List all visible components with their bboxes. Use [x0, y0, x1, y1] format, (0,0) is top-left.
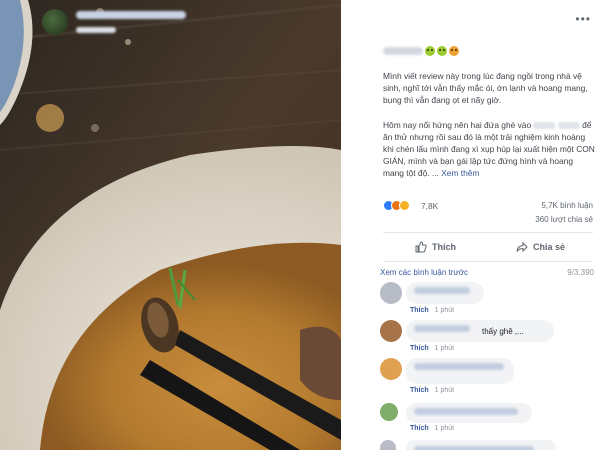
- comment-bubble: thấy ghê ,...: [406, 320, 554, 342]
- commenter-avatar[interactable]: [380, 358, 402, 380]
- comment-actions: Thích 1 phút: [410, 387, 454, 394]
- comment-time: 1 phút: [434, 307, 455, 314]
- comment-bubble: [406, 440, 556, 450]
- author-name[interactable]: [76, 11, 196, 21]
- commenter-name-redacted[interactable]: [414, 325, 470, 332]
- commenter-name-redacted[interactable]: [414, 363, 504, 370]
- comments-header: Xem các bình luận trước 9/3.390: [380, 268, 594, 280]
- comment-time: 1 phút: [434, 345, 455, 352]
- share-count[interactable]: 360 lượt chia sẻ: [383, 215, 593, 224]
- thumbs-up-icon: [415, 241, 427, 253]
- like-button[interactable]: Thích: [383, 233, 488, 261]
- wow-reaction-icon: [399, 200, 410, 211]
- commenter-name-redacted[interactable]: [414, 408, 518, 415]
- see-more-link[interactable]: Xem thêm: [441, 168, 479, 178]
- angry-emoji-icon: [449, 46, 459, 56]
- comment-time: 1 phút: [434, 387, 455, 394]
- commenter-avatar[interactable]: [380, 403, 398, 421]
- comment-text: thấy ghê ,...: [482, 327, 524, 336]
- commenter-avatar[interactable]: [380, 282, 402, 304]
- share-button[interactable]: Chia sẻ: [488, 233, 593, 261]
- share-button-label: Chia sẻ: [532, 242, 565, 252]
- post-timestamp[interactable]: [76, 25, 136, 33]
- share-arrow-icon: [516, 241, 528, 253]
- sick-emoji-icon: [437, 46, 447, 56]
- post-body: Mình viết review này trong lúc đang ngồi…: [383, 70, 595, 192]
- commenter-avatar[interactable]: [380, 320, 402, 342]
- comment-bubble: [406, 358, 514, 384]
- reaction-count[interactable]: 7,8K: [421, 201, 438, 211]
- post-feeling: [383, 45, 459, 57]
- more-options-icon[interactable]: •••: [575, 12, 591, 26]
- comment-bubble: [406, 282, 484, 304]
- comments-counter: 9/3.390: [567, 268, 594, 277]
- comment-time: 1 phút: [434, 425, 455, 432]
- comment-actions: Thích 1 phút: [410, 345, 454, 352]
- comment-like-link[interactable]: Thích: [410, 425, 429, 432]
- author-avatar[interactable]: [42, 9, 68, 35]
- redacted-place-name: [557, 121, 580, 129]
- post-actions: Thích Chia sẻ: [383, 232, 593, 262]
- comment-bubble: [406, 403, 532, 423]
- sick-emoji-icon: [425, 46, 435, 56]
- comment-like-link[interactable]: Thích: [410, 387, 429, 394]
- commenter-name-redacted[interactable]: [414, 446, 534, 450]
- comment-count[interactable]: 5,7K bình luận: [541, 201, 593, 210]
- redacted-place-name: [533, 121, 556, 129]
- comment-like-link[interactable]: Thích: [410, 307, 429, 314]
- post-photo[interactable]: [0, 0, 341, 450]
- like-button-label: Thích: [432, 242, 456, 252]
- post-paragraph: Mình viết review này trong lúc đang ngồi…: [383, 71, 588, 106]
- commenter-name-redacted[interactable]: [414, 287, 470, 294]
- comment-actions: Thích 1 phút: [410, 425, 454, 432]
- view-previous-comments-link[interactable]: Xem các bình luận trước: [380, 268, 468, 277]
- commenter-avatar[interactable]: [380, 440, 396, 450]
- feeling-text-redacted: [383, 47, 423, 55]
- comment-like-link[interactable]: Thích: [410, 345, 429, 352]
- comment-actions: Thích 1 phút: [410, 307, 454, 314]
- photo-image: [0, 0, 341, 450]
- reaction-icons: [383, 200, 410, 211]
- post-paragraph-2: Hôm nay nổi hứng nên hai đứa ghé vào để …: [383, 119, 595, 179]
- reactions-bar[interactable]: 7,8K 5,7K bình luận: [383, 198, 593, 212]
